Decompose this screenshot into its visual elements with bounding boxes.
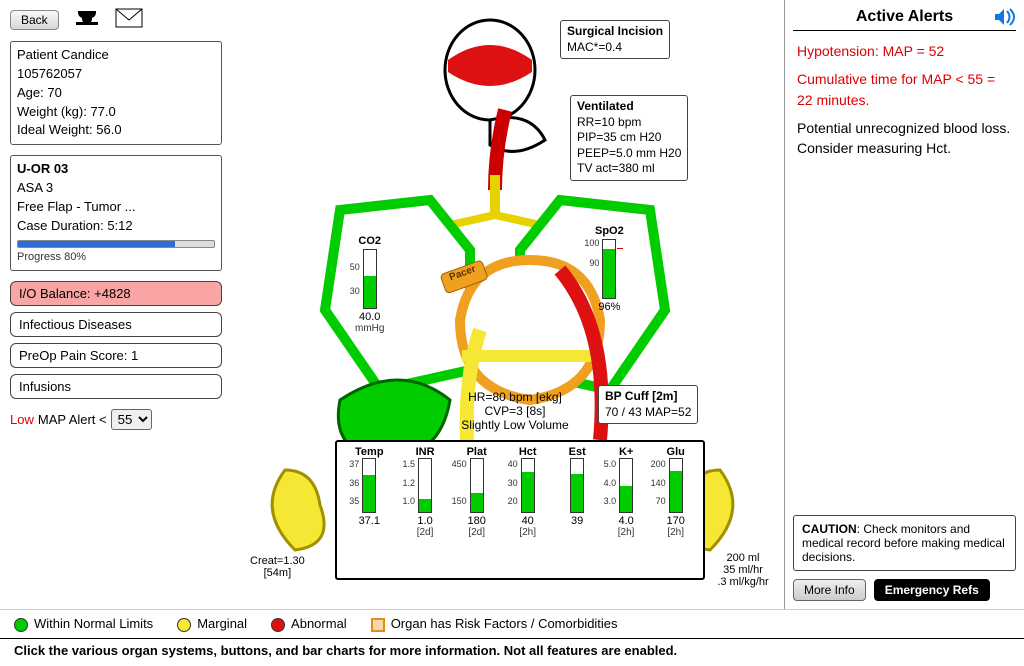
- map-low-label: Low: [10, 412, 34, 427]
- asa-status: ASA 3: [17, 179, 215, 198]
- vent-title: Ventilated: [577, 99, 681, 115]
- legend-risk: Organ has Risk Factors / Comorbidities: [371, 616, 618, 632]
- progress-text: Progress 80%: [17, 250, 215, 266]
- lab-k+[interactable]: K+5.04.03.04.0[2h]: [618, 446, 635, 576]
- spo2-gauge[interactable]: SpO2 100 90 96%: [595, 225, 624, 313]
- legend-normal: Within Normal Limits: [14, 616, 153, 632]
- emergency-refs-button[interactable]: Emergency Refs: [874, 579, 990, 601]
- bp-cuff-box[interactable]: BP Cuff [2m] 70 / 43 MAP=52: [598, 385, 698, 424]
- incision-mac: MAC*=0.4: [567, 40, 663, 56]
- mail-icon[interactable]: [115, 8, 143, 31]
- heart-hr: HR=80 bpm [ekg]: [455, 390, 575, 404]
- surgical-incision-box[interactable]: Surgical Incision MAC*=0.4: [560, 20, 670, 59]
- back-button[interactable]: Back: [10, 10, 59, 30]
- anatomy-view[interactable]: Surgical Incision MAC*=0.4 Ventilated RR…: [230, 0, 784, 609]
- infusions-button[interactable]: Infusions: [10, 374, 222, 399]
- map-threshold-select[interactable]: 55: [111, 409, 152, 430]
- creatinine-text: Creat=1.30 [54m]: [250, 555, 305, 579]
- labs-panel[interactable]: Temp37363537.1 INR1.51.21.01.0[2d] Plat450…: [335, 440, 705, 580]
- patient-ideal-weight: Ideal Weight: 56.0: [17, 121, 215, 140]
- vent-pip: PIP=35 cm H20: [577, 130, 681, 146]
- map-alert-label: MAP Alert <: [38, 412, 107, 427]
- patient-age: Age: 70: [17, 84, 215, 103]
- ventilated-box[interactable]: Ventilated RR=10 bpm PIP=35 cm H20 PEEP=…: [570, 95, 688, 181]
- or-room: U-OR 03: [17, 160, 215, 179]
- vent-tv: TV act=380 ml: [577, 161, 681, 177]
- patient-name: Patient Candice: [17, 46, 215, 65]
- lab-inr[interactable]: INR1.51.21.01.0[2d]: [416, 446, 435, 576]
- bp-value: 70 / 43 MAP=52: [605, 405, 691, 421]
- co2-gauge[interactable]: CO2 50 30 40.0 mmHg: [355, 235, 384, 334]
- bp-title: BP Cuff [2m]: [605, 389, 691, 405]
- io-balance-button[interactable]: I/O Balance: +4828: [10, 281, 222, 306]
- urine-output: 200 ml 35 ml/hr .3 ml/kg/hr: [708, 552, 778, 588]
- alert-bloodloss: Potential unrecognized blood loss. Consi…: [797, 118, 1012, 159]
- lab-temp[interactable]: Temp37363537.1: [355, 446, 384, 576]
- patient-panel: Patient Candice 105762057 Age: 70 Weight…: [10, 41, 222, 145]
- lab-glu[interactable]: Glu20014070170[2h]: [667, 446, 685, 576]
- alerts-title: Active Alerts: [793, 8, 1016, 31]
- preop-pain-button[interactable]: PreOp Pain Score: 1: [10, 343, 222, 368]
- progress-bar: [17, 240, 215, 248]
- alert-hypotension: Hypotension: MAP = 52: [797, 41, 1012, 61]
- caution-box: CAUTION: Check monitors and medical reco…: [793, 515, 1016, 571]
- incision-title: Surgical Incision: [567, 24, 663, 40]
- map-alert-row: Low MAP Alert < 55: [10, 409, 222, 430]
- case-panel: U-OR 03 ASA 3 Free Flap - Tumor ... Case…: [10, 155, 222, 270]
- case-duration: Case Duration: 5:12: [17, 217, 215, 236]
- legend-abnormal: Abnormal: [271, 616, 347, 632]
- infectious-button[interactable]: Infectious Diseases: [10, 312, 222, 337]
- lab-plat[interactable]: Plat450150180[2d]: [467, 446, 487, 576]
- lab-est[interactable]: Est39: [569, 446, 586, 576]
- phone-icon[interactable]: [75, 8, 99, 31]
- patient-weight: Weight (kg): 77.0: [17, 103, 215, 122]
- heart-cvp: CVP=3 [8s]: [455, 404, 575, 418]
- vent-peep: PEEP=5.0 mm H20: [577, 146, 681, 162]
- alert-cumulative: Cumulative time for MAP < 55 = 22 minute…: [797, 69, 1012, 110]
- more-info-button[interactable]: More Info: [793, 579, 866, 601]
- speaker-icon[interactable]: [994, 8, 1016, 29]
- heart-vol: Slightly Low Volume: [455, 418, 575, 432]
- legend-marginal: Marginal: [177, 616, 247, 632]
- procedure: Free Flap - Tumor ...: [17, 198, 215, 217]
- patient-id: 105762057: [17, 65, 215, 84]
- vent-rr: RR=10 bpm: [577, 115, 681, 131]
- lab-hct[interactable]: Hct40302040[2h]: [519, 446, 537, 576]
- legend: Within Normal Limits Marginal Abnormal O…: [0, 609, 1024, 638]
- caution-label: CAUTION: [802, 522, 857, 536]
- footer-instructions: Click the various organ systems, buttons…: [0, 638, 1024, 666]
- heart-info[interactable]: HR=80 bpm [ekg] CVP=3 [8s] Slightly Low …: [455, 390, 575, 432]
